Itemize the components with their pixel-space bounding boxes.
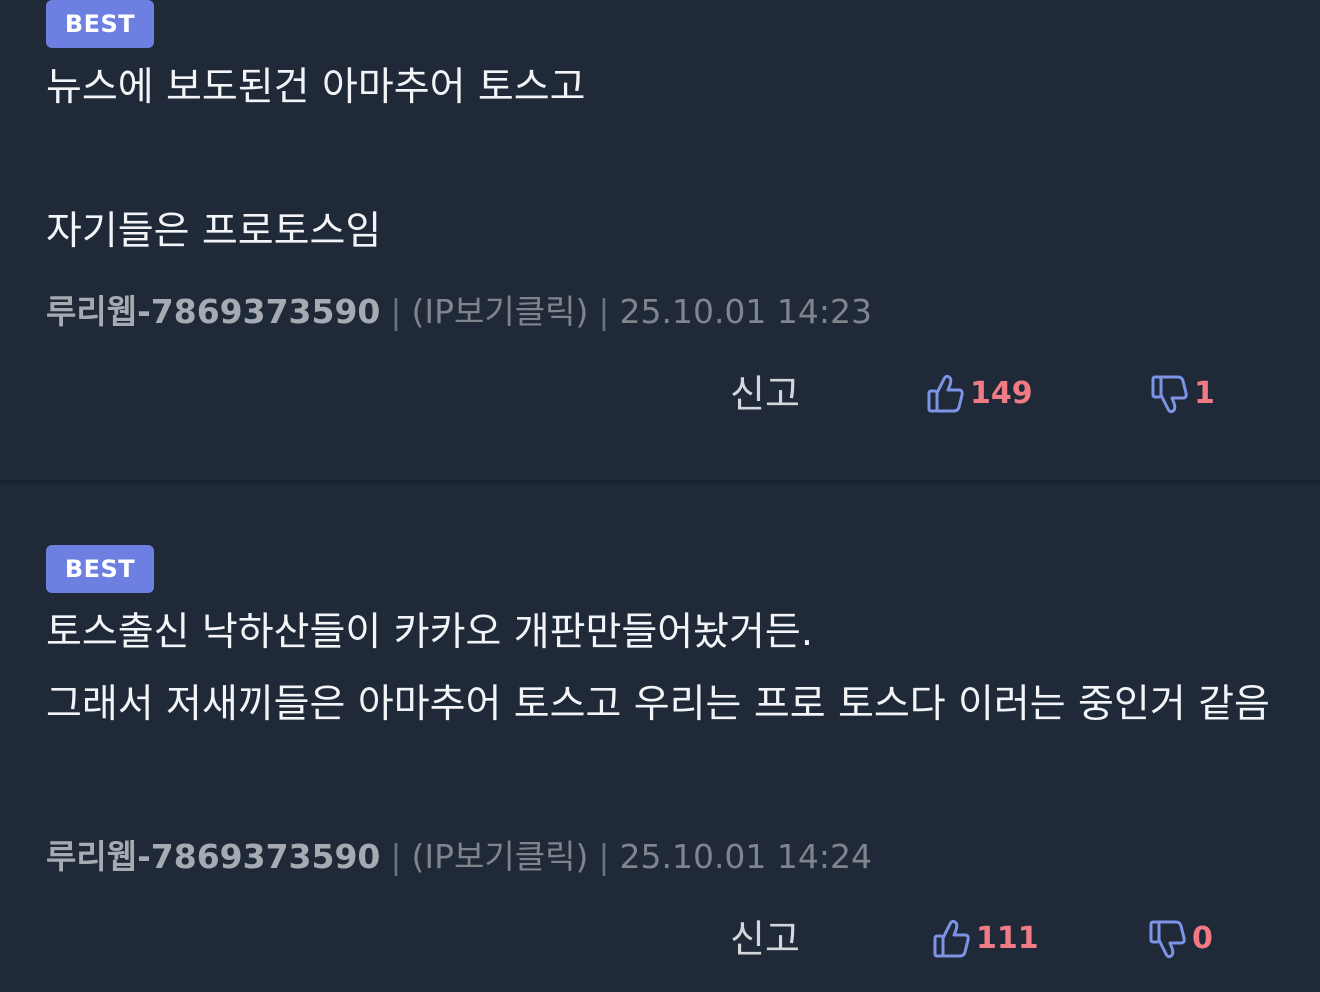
author-name[interactable]: 루리웹-7869373590	[46, 837, 380, 876]
thumbs-up-icon	[926, 373, 966, 415]
comment: BEST 토스출신 낙하산들이 카카오 개판만들어놨거든. 그래서 저새끼들은 …	[0, 484, 1320, 992]
dislike-button[interactable]: 1	[1150, 364, 1215, 424]
ip-view-link[interactable]: (IP보기클릭)	[412, 837, 589, 876]
meta-separator: |	[390, 292, 402, 331]
best-badge: BEST	[46, 545, 154, 593]
dislike-button[interactable]: 0	[1148, 909, 1213, 969]
comment-meta: 루리웹-7869373590 | (IP보기클릭) | 25.10.01 14:23	[46, 292, 872, 332]
comment-body: 뉴스에 보도된건 아마추어 토스고 자기들은 프로토스임	[46, 65, 586, 254]
like-button[interactable]: 111	[932, 909, 1039, 969]
comment-date: 25.10.01 14:23	[619, 292, 873, 331]
report-button[interactable]: 신고	[730, 909, 800, 969]
meta-separator: |	[598, 837, 610, 876]
meta-separator: |	[598, 292, 610, 331]
report-button[interactable]: 신고	[730, 364, 800, 424]
thumbs-up-icon	[932, 918, 972, 960]
meta-separator: |	[390, 837, 402, 876]
thumbs-down-icon	[1150, 373, 1190, 415]
comment-meta: 루리웹-7869373590 | (IP보기클릭) | 25.10.01 14:24	[46, 837, 872, 877]
dislike-count: 0	[1192, 921, 1213, 956]
author-name[interactable]: 루리웹-7869373590	[46, 292, 380, 331]
comment: BEST 뉴스에 보도된건 아마추어 토스고 자기들은 프로토스임 루리웹-78…	[0, 0, 1320, 480]
dislike-count: 1	[1194, 376, 1215, 411]
comment-date: 25.10.01 14:24	[619, 837, 873, 876]
comment-body: 토스출신 낙하산들이 카카오 개판만들어놨거든. 그래서 저새끼들은 아마추어 …	[46, 610, 1270, 727]
ip-view-link[interactable]: (IP보기클릭)	[412, 292, 589, 331]
best-badge: BEST	[46, 0, 154, 48]
comment-actions: 신고 111 0	[0, 909, 1320, 969]
thumbs-down-icon	[1148, 918, 1188, 960]
comment-actions: 신고 149 1	[0, 364, 1320, 424]
like-button[interactable]: 149	[926, 364, 1033, 424]
like-count: 111	[976, 921, 1039, 956]
like-count: 149	[970, 376, 1033, 411]
